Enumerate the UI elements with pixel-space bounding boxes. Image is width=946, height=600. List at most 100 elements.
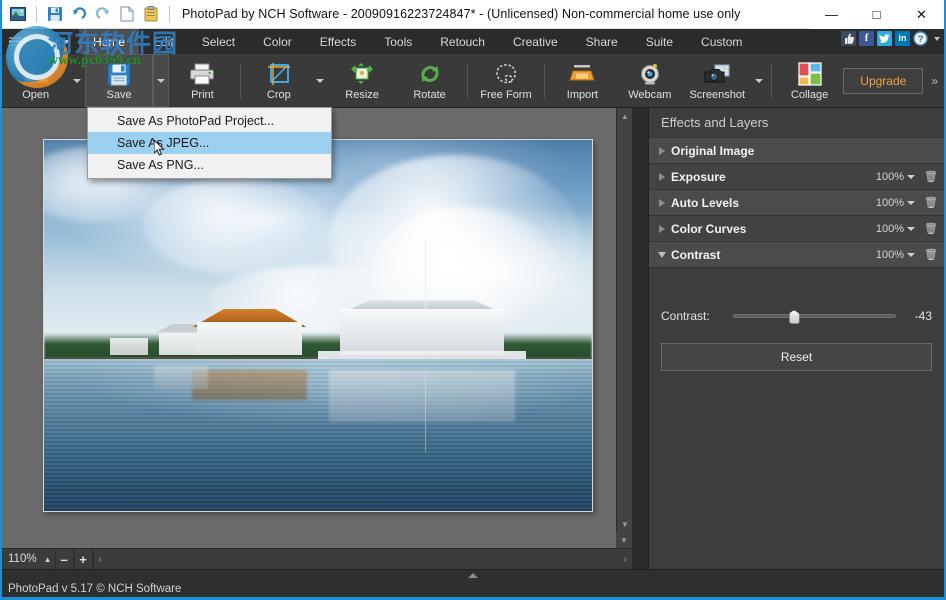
layer-row-auto-levels[interactable]: Auto Levels 100% 🗑: [649, 189, 944, 215]
crop-button[interactable]: Crop: [245, 54, 312, 107]
scroll-up-arrow-icon[interactable]: ▲: [617, 108, 633, 124]
trash-icon[interactable]: 🗑: [924, 170, 938, 183]
ribbon-divider-2: [467, 63, 469, 98]
layer-row-exposure[interactable]: Exposure 100% 🗑: [649, 163, 944, 189]
upgrade-button[interactable]: Upgrade: [843, 67, 924, 94]
menu-item-save-as-project[interactable]: Save As PhotoPad Project...: [88, 110, 331, 132]
scroll-down-arrow-icon[interactable]: ▼: [617, 516, 633, 532]
tab-creative[interactable]: Creative: [499, 29, 572, 54]
layer-opacity: 100%: [875, 196, 904, 209]
crop-dropdown-caret[interactable]: [313, 54, 329, 107]
trash-icon[interactable]: 🗑: [924, 222, 938, 235]
image-canvas[interactable]: [43, 139, 593, 512]
webcam-icon: [638, 60, 662, 88]
help-icon[interactable]: ?: [913, 31, 928, 46]
tab-edit[interactable]: Edit: [139, 29, 188, 54]
contrast-slider-handle[interactable]: [788, 310, 800, 324]
menu-item-save-as-png[interactable]: Save As PNG...: [88, 154, 331, 176]
trash-icon[interactable]: 🗑: [924, 248, 938, 261]
vertical-scroll-track[interactable]: [617, 124, 632, 516]
open-button[interactable]: Open: [2, 54, 69, 107]
import-button[interactable]: Import: [549, 54, 616, 107]
zoom-dropdown-caret-icon[interactable]: ▲: [41, 555, 55, 564]
tab-custom[interactable]: Custom: [687, 29, 756, 54]
tab-retouch[interactable]: Retouch: [426, 29, 499, 54]
collage-button[interactable]: Collage: [776, 54, 843, 107]
photo-main-building: [339, 308, 505, 358]
thumbs-up-icon[interactable]: [841, 31, 856, 46]
expand-chevron-right-icon[interactable]: [653, 172, 671, 181]
print-button[interactable]: Print: [169, 54, 236, 107]
free-form-button[interactable]: Free Form: [472, 54, 539, 107]
horizontal-scrollbar[interactable]: ‹ ›: [92, 548, 632, 570]
tab-select-label: Select: [201, 34, 236, 49]
photo-cloud-3: [142, 177, 329, 274]
zoom-out-button[interactable]: –: [54, 548, 74, 570]
photo-mast: [424, 240, 427, 311]
close-button[interactable]: ✕: [899, 0, 944, 29]
webcam-button[interactable]: Webcam: [616, 54, 683, 107]
layer-opacity: 100%: [875, 222, 904, 235]
screenshot-button[interactable]: Screenshot: [684, 54, 751, 107]
open-dropdown-caret[interactable]: [69, 54, 85, 107]
twitter-icon[interactable]: [877, 31, 892, 46]
app-icon[interactable]: [8, 4, 28, 24]
expand-chevron-right-icon[interactable]: [653, 224, 671, 233]
opacity-chevron-down-icon[interactable]: [907, 200, 915, 205]
canvas-vertical-scrollbar[interactable]: ▲ ▼: [616, 108, 632, 532]
linkedin-icon[interactable]: in: [895, 31, 910, 46]
menu-item-save-as-jpeg[interactable]: Save As JPEG...: [88, 132, 331, 154]
contrast-slider[interactable]: [733, 310, 896, 324]
tab-home[interactable]: Home: [79, 29, 140, 54]
tab-effects[interactable]: Effects: [306, 29, 370, 54]
screenshot-label: Screenshot: [689, 89, 746, 101]
expand-chevron-right-icon[interactable]: [653, 198, 671, 207]
tab-select[interactable]: Select: [188, 29, 249, 54]
screenshot-dropdown-caret[interactable]: [751, 54, 767, 107]
open-folder-icon: [23, 60, 49, 88]
rotate-button[interactable]: Rotate: [396, 54, 463, 107]
opacity-chevron-down-icon[interactable]: [907, 174, 915, 179]
save-dropdown-caret[interactable]: [152, 54, 169, 107]
tab-share-label: Share: [585, 34, 618, 49]
scroll-left-arrow-icon[interactable]: ‹: [99, 554, 102, 565]
undo-icon[interactable]: [69, 4, 89, 24]
resize-button[interactable]: Resize: [328, 54, 395, 107]
photo-reflection-orange: [191, 370, 308, 400]
paste-icon[interactable]: [141, 4, 161, 24]
facebook-icon[interactable]: f: [859, 31, 874, 46]
ribbon-overflow-chevron-icon[interactable]: »: [931, 74, 938, 88]
window-title: PhotoPad by NCH Software - 2009091622372…: [182, 7, 741, 21]
minimize-button[interactable]: —: [809, 0, 854, 29]
opacity-chevron-down-icon[interactable]: [907, 226, 915, 231]
tab-color[interactable]: Color: [249, 29, 306, 54]
opacity-chevron-down-icon[interactable]: [907, 252, 915, 257]
layer-row-contrast[interactable]: Contrast 100% 🗑: [649, 241, 944, 267]
layer-row-color-curves[interactable]: Color Curves 100% 🗑: [649, 215, 944, 241]
save-icon[interactable]: [45, 4, 65, 24]
tab-suite[interactable]: Suite: [632, 29, 687, 54]
camera-icon: [704, 60, 731, 88]
maximize-button[interactable]: □: [854, 0, 899, 29]
new-document-icon[interactable]: [117, 4, 137, 24]
scroll-right-arrow-icon[interactable]: ›: [624, 554, 627, 565]
ribbon-right-group: Upgrade »: [843, 54, 944, 107]
reset-button[interactable]: Reset: [661, 343, 932, 371]
trash-icon[interactable]: 🗑: [924, 196, 938, 209]
layer-row-original-image[interactable]: Original Image: [649, 137, 944, 163]
panel-collapse-handle[interactable]: [2, 569, 944, 580]
save-button[interactable]: Save: [85, 54, 153, 107]
layer-opacity: 100%: [875, 170, 904, 183]
zoom-in-button[interactable]: +: [73, 548, 93, 570]
zoom-level-value[interactable]: 110%: [2, 553, 41, 565]
collapse-chevron-down-icon[interactable]: [653, 251, 671, 258]
social-chevron-down-icon[interactable]: [934, 36, 940, 41]
photo-house-far-left: [109, 338, 149, 356]
tab-tools[interactable]: Tools: [370, 29, 426, 54]
main-menu-button[interactable]: Menu: [2, 29, 79, 54]
contrast-control-row: Contrast: -43: [649, 303, 944, 329]
ribbon-divider-1: [240, 63, 242, 98]
redo-icon[interactable]: [93, 4, 113, 24]
expand-chevron-right-icon[interactable]: [653, 146, 671, 155]
tab-share[interactable]: Share: [572, 29, 632, 54]
